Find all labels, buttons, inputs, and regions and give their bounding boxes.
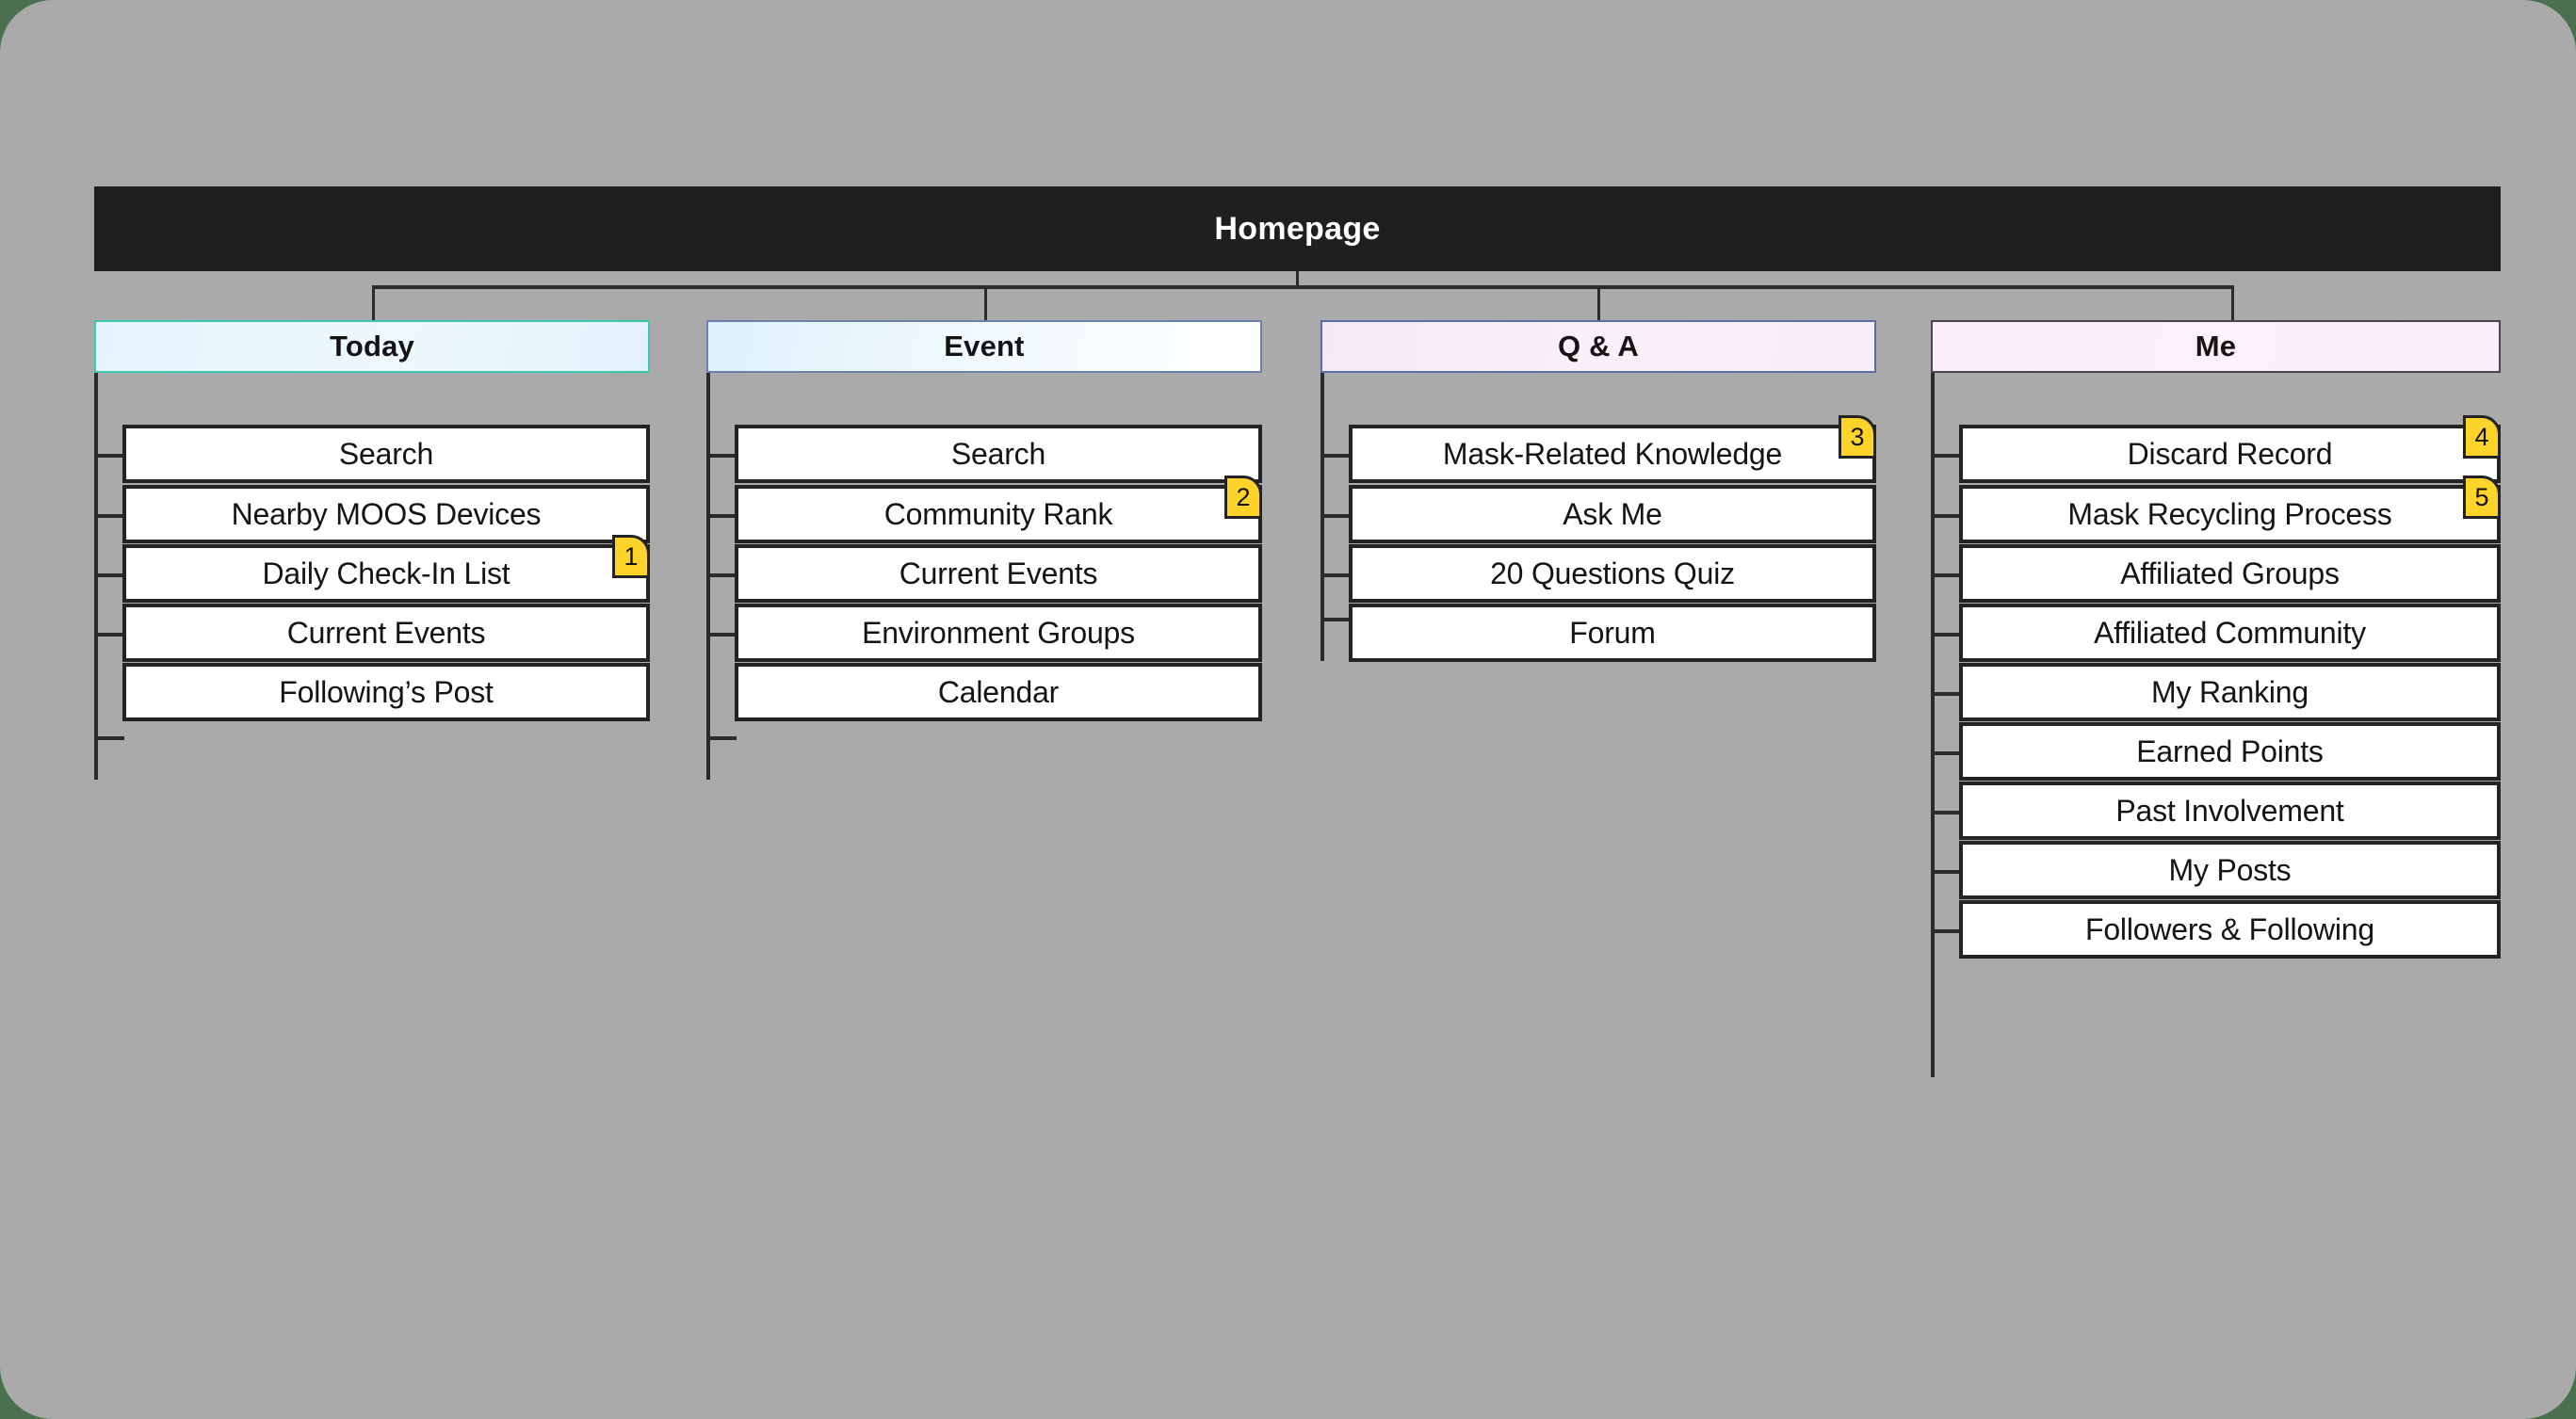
node-label: Forum	[1569, 615, 1656, 650]
tree-stub	[1931, 514, 1961, 518]
node-label: Community Rank	[883, 496, 1113, 531]
column-drop-connector-event	[984, 285, 987, 320]
tree-spine-me	[1931, 373, 1935, 1077]
tree-stub	[1931, 870, 1961, 874]
sitemap-canvas: Homepage Today Search Nearby MOOS Device…	[0, 0, 2576, 1419]
tree-stub	[1931, 692, 1961, 696]
node-qa-20-questions-quiz[interactable]: 20 Questions Quiz	[1349, 544, 1876, 603]
node-label: Discard Record	[2127, 436, 2333, 471]
tree-stub	[94, 573, 124, 577]
node-label: Mask Recycling Process	[2067, 496, 2392, 531]
column-drop-connector-qa	[1597, 285, 1600, 320]
node-label: Past Involvement	[2115, 793, 2344, 828]
node-me-my-posts[interactable]: My Posts	[1959, 841, 2501, 899]
node-me-affiliated-community[interactable]: Affiliated Community	[1959, 604, 2501, 662]
node-qa-forum[interactable]: Forum	[1349, 604, 1876, 662]
column-header-today[interactable]: Today	[94, 320, 650, 373]
node-label: Environment Groups	[862, 615, 1135, 650]
column-drop-connector-me	[2231, 285, 2234, 320]
annotation-badge: 3	[1839, 415, 1876, 459]
node-label: My Posts	[2168, 852, 2292, 887]
node-today-followings-post[interactable]: Following’s Post	[122, 663, 650, 721]
tree-stub	[94, 454, 124, 458]
tree-stub	[1931, 573, 1961, 577]
annotation-badge: 5	[2463, 476, 2501, 519]
tree-stub	[1931, 454, 1961, 458]
tree-stub	[706, 736, 737, 740]
node-event-community-rank[interactable]: Community Rank 2	[735, 476, 1262, 543]
column-header-event[interactable]: Event	[706, 320, 1262, 373]
node-label: 20 Questions Quiz	[1490, 556, 1735, 590]
tree-stub	[94, 514, 124, 518]
branch-bus-connector	[372, 285, 2233, 289]
node-me-my-ranking[interactable]: My Ranking	[1959, 663, 2501, 721]
root-node-homepage[interactable]: Homepage	[94, 186, 2501, 271]
node-label: Nearby MOOS Devices	[231, 496, 542, 531]
node-label: Daily Check-In List	[262, 556, 510, 590]
node-label: Calendar	[937, 674, 1060, 709]
node-today-search[interactable]: Search	[122, 425, 650, 483]
tree-stub	[706, 573, 737, 577]
node-me-earned-points[interactable]: Earned Points	[1959, 722, 2501, 781]
node-event-environment-groups[interactable]: Environment Groups	[735, 604, 1262, 662]
node-event-calendar[interactable]: Calendar	[735, 663, 1262, 721]
tree-stub	[1931, 633, 1961, 637]
tree-stub	[706, 454, 737, 458]
node-label: Ask Me	[1563, 496, 1662, 531]
tree-stub	[1931, 751, 1961, 755]
node-me-affiliated-groups[interactable]: Affiliated Groups	[1959, 544, 2501, 603]
column-header-me[interactable]: Me	[1931, 320, 2501, 373]
node-me-mask-recycling-process[interactable]: Mask Recycling Process 5	[1959, 476, 2501, 543]
node-label: Search	[338, 436, 434, 471]
tree-stub	[1931, 811, 1961, 814]
node-label: Following’s Post	[279, 674, 494, 709]
node-label: Current Events	[899, 556, 1098, 590]
node-me-discard-record[interactable]: Discard Record 4	[1959, 415, 2501, 483]
tree-stub	[94, 633, 124, 637]
node-label: Affiliated Groups	[2120, 556, 2340, 590]
tree-stub	[1931, 929, 1961, 933]
tree-stub	[94, 736, 124, 740]
column-header-qa[interactable]: Q & A	[1320, 320, 1876, 373]
node-label: Earned Points	[2136, 734, 2324, 768]
node-label: Followers & Following	[2084, 911, 2375, 946]
node-me-followers-and-following[interactable]: Followers & Following	[1959, 900, 2501, 959]
column-drop-connector-today	[372, 285, 375, 320]
column-header-label: Me	[2195, 330, 2237, 363]
tree-stub	[706, 514, 737, 518]
annotation-badge: 2	[1224, 476, 1262, 519]
node-label: My Ranking	[2151, 674, 2309, 709]
node-today-nearby-moos-devices[interactable]: Nearby MOOS Devices	[122, 485, 650, 543]
diagram-panel: Homepage Today Search Nearby MOOS Device…	[0, 0, 2576, 1419]
node-today-daily-check-in-list[interactable]: Daily Check-In List 1	[122, 535, 650, 603]
node-label: Affiliated Community	[2094, 615, 2366, 650]
node-qa-ask-me[interactable]: Ask Me	[1349, 485, 1876, 543]
tree-stub	[1320, 573, 1351, 577]
annotation-badge: 4	[2463, 415, 2501, 459]
root-node-label: Homepage	[1214, 210, 1381, 247]
node-label: Search	[950, 436, 1046, 471]
column-header-label: Q & A	[1558, 330, 1639, 363]
tree-stub	[706, 633, 737, 637]
tree-stub	[1320, 618, 1351, 621]
column-header-label: Event	[944, 330, 1025, 363]
annotation-badge: 1	[612, 535, 650, 578]
node-me-past-involvement[interactable]: Past Involvement	[1959, 782, 2501, 840]
node-label: Current Events	[286, 615, 486, 650]
node-qa-mask-related-knowledge[interactable]: Mask-Related Knowledge 3	[1349, 415, 1876, 483]
node-event-current-events[interactable]: Current Events	[735, 544, 1262, 603]
column-header-label: Today	[330, 330, 414, 363]
node-event-search[interactable]: Search	[735, 425, 1262, 483]
tree-stub	[1320, 454, 1351, 458]
node-label: Mask-Related Knowledge	[1442, 436, 1783, 471]
tree-stub	[1320, 514, 1351, 518]
node-today-current-events[interactable]: Current Events	[122, 604, 650, 662]
